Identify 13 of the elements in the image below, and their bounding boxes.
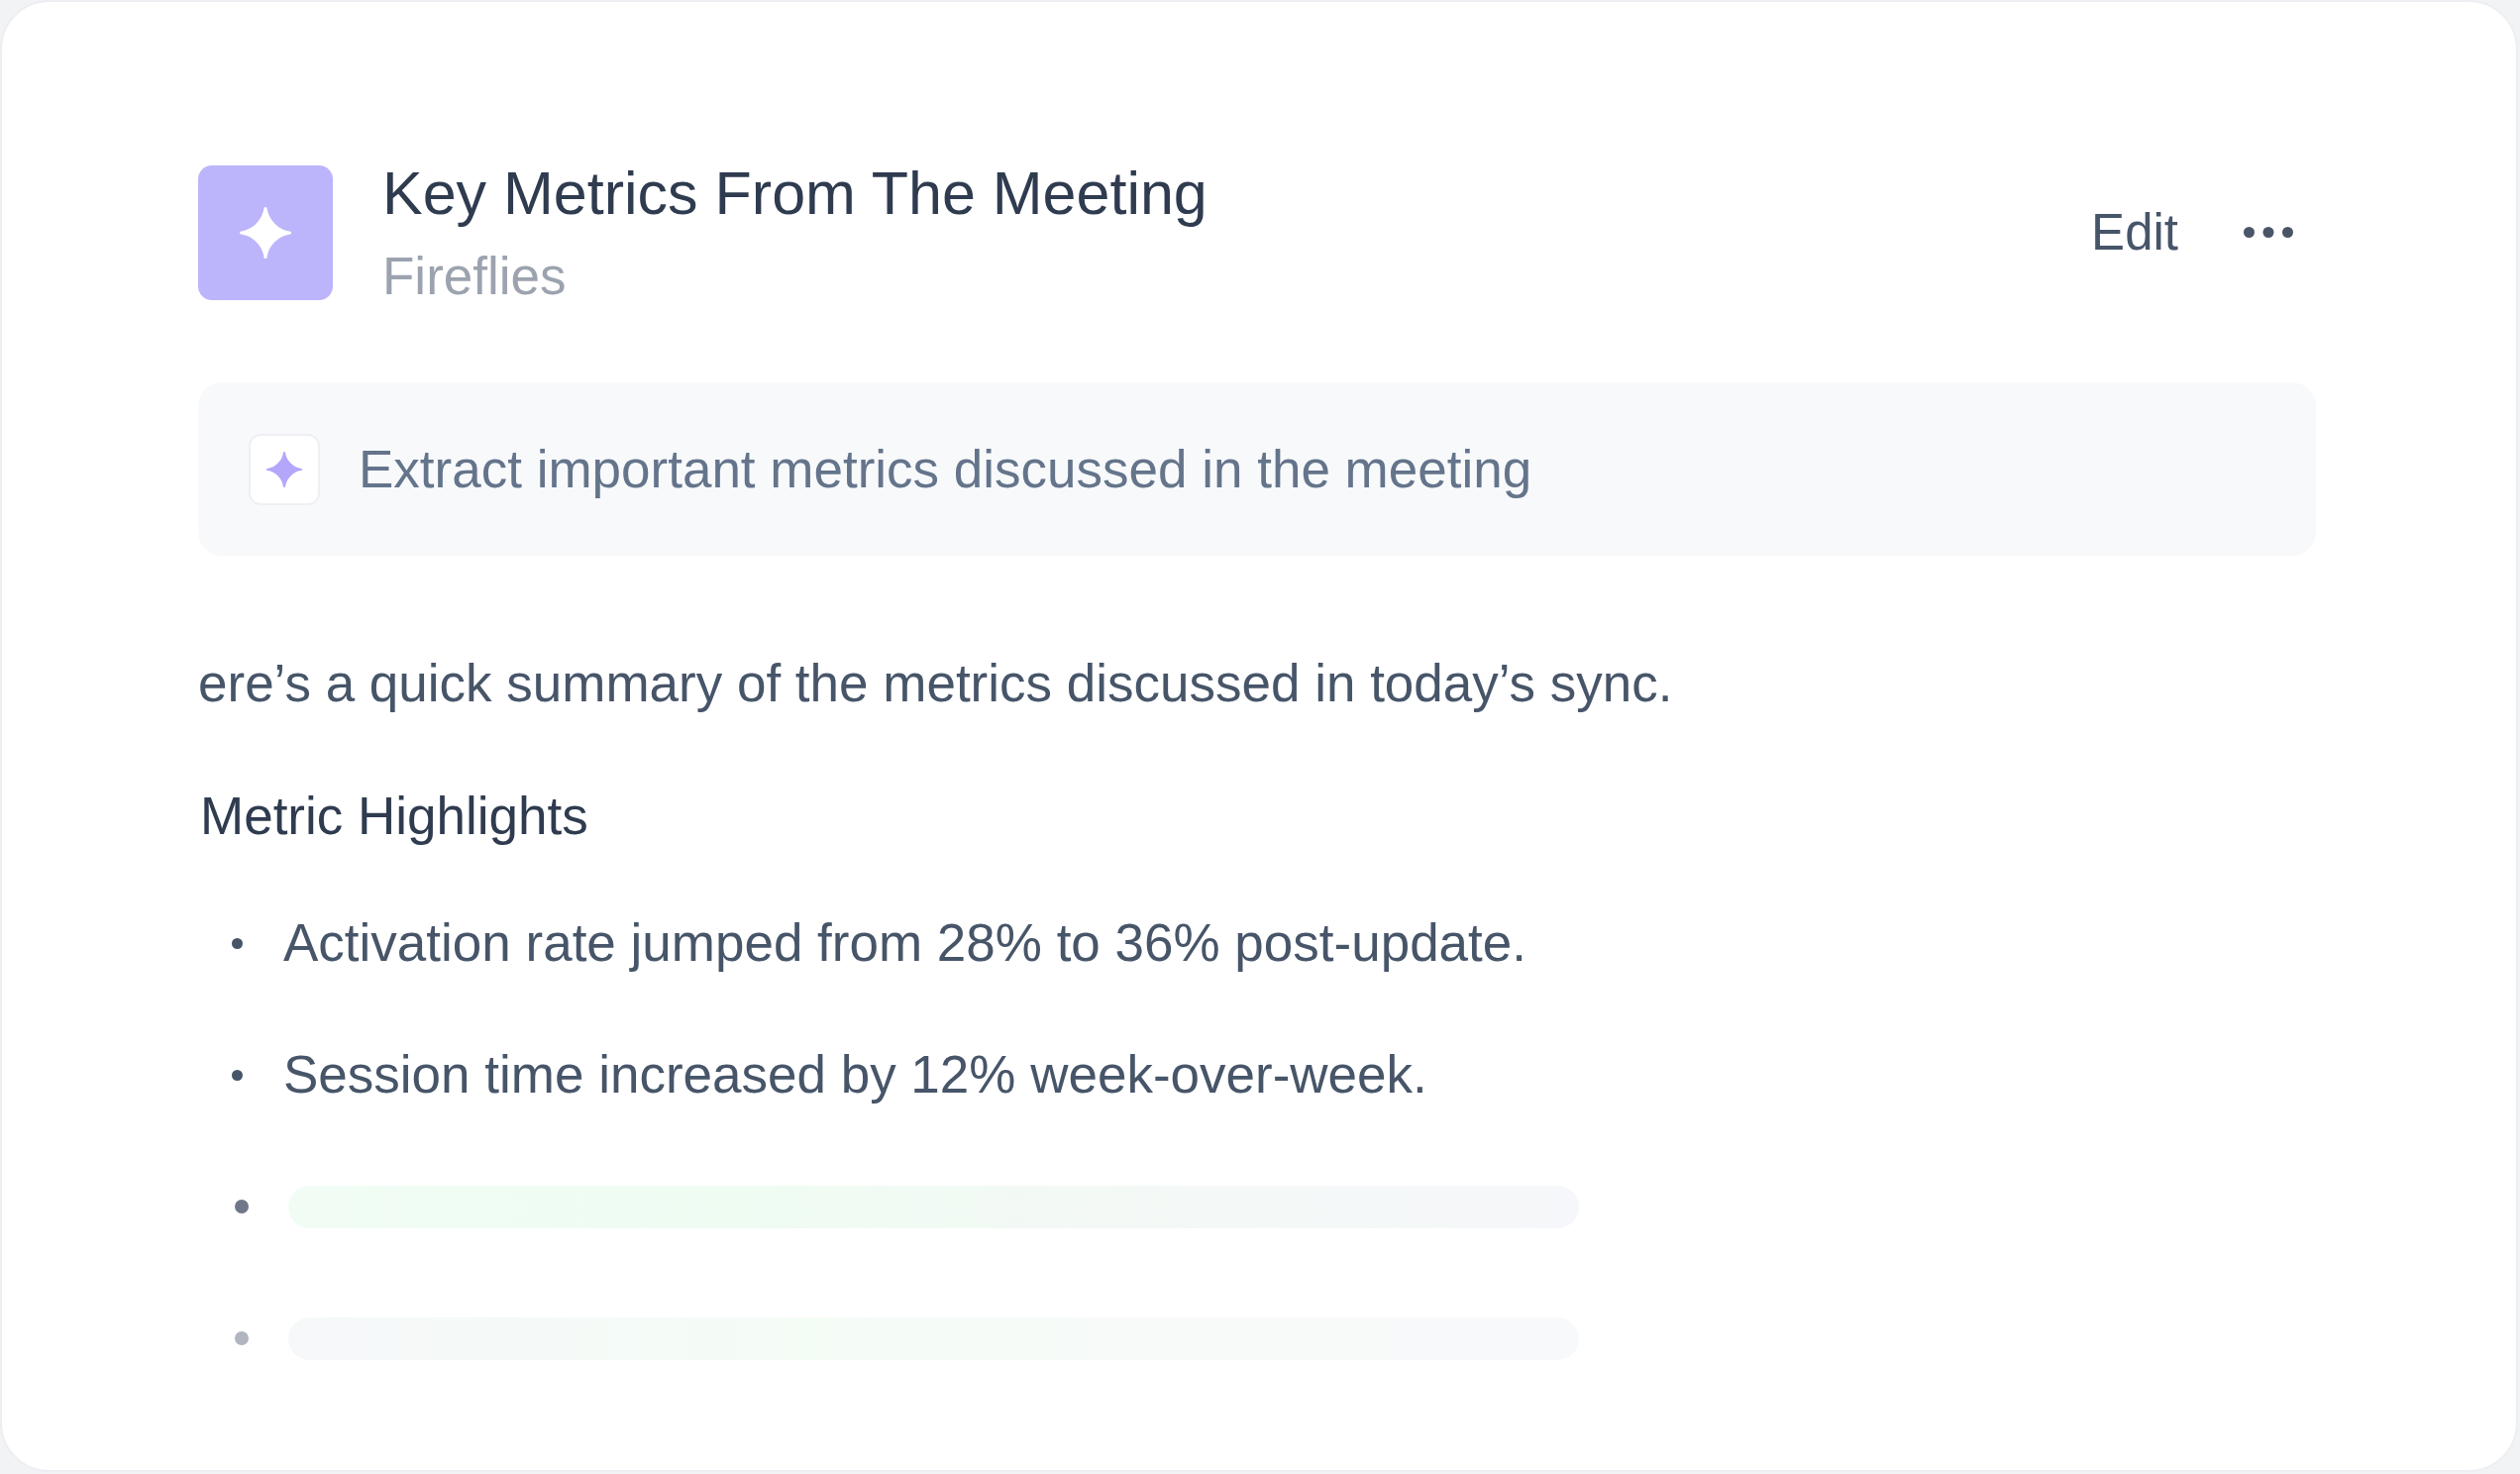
card-title: Key Metrics From The Meeting	[382, 158, 1208, 228]
section-heading: Metric Highlights	[200, 786, 588, 847]
highlight-text: Session time increased by 12% week-over-week.	[283, 1044, 1427, 1106]
sparkle-icon	[198, 164, 333, 300]
sparkle-icon	[249, 433, 320, 505]
prompt-text: Extract important metrics discussed in the meeting	[359, 439, 1532, 499]
highlight-text: Activation rate jumped from 28% to 36% post-update.	[283, 912, 1527, 974]
bullet-icon	[232, 1069, 243, 1081]
ellipsis-icon	[2244, 227, 2293, 238]
edit-button[interactable]: Edit	[2079, 194, 2190, 270]
summary-text: ere’s a quick summary of the metrics discussed in today’s sync.	[198, 653, 1673, 714]
source-label: Fireflies	[382, 247, 567, 306]
bullet-icon	[232, 937, 243, 949]
